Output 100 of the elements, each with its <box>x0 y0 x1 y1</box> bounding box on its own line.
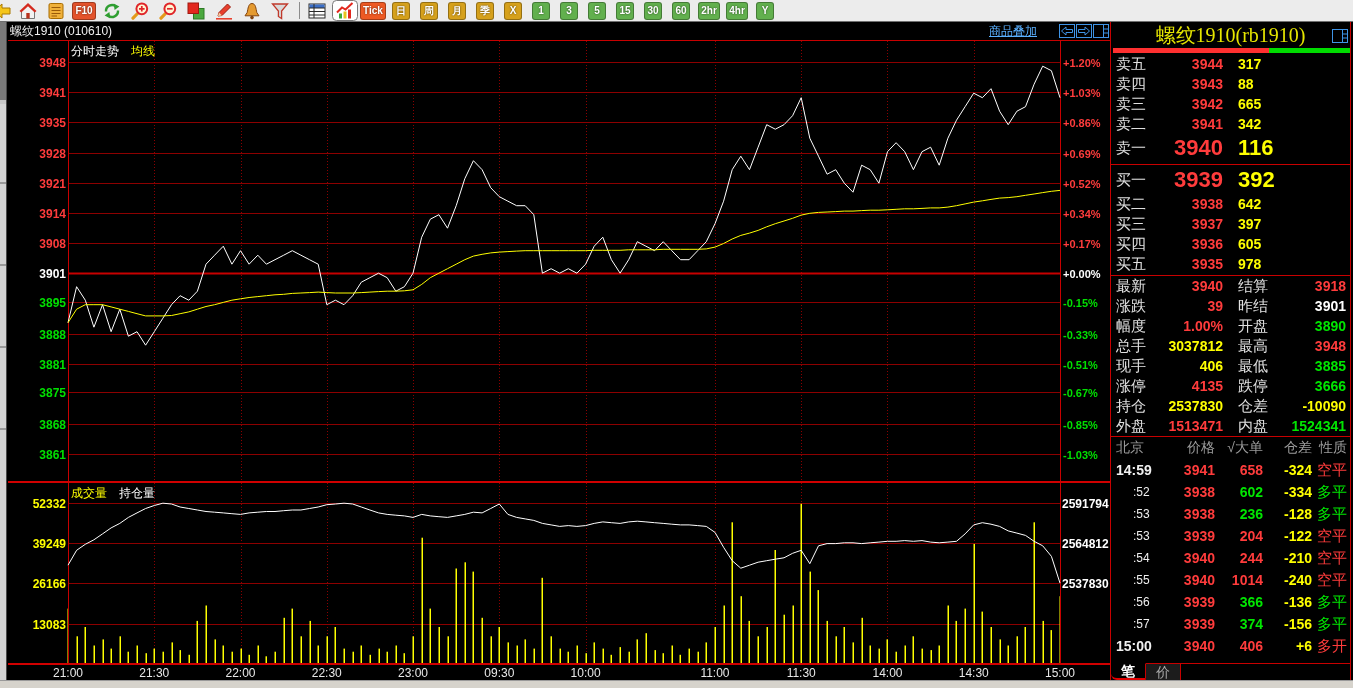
order-price: 3942 <box>1191 96 1223 112</box>
trade-time: :52 <box>1133 485 1150 499</box>
stat-value: 3666 <box>1314 378 1346 394</box>
percent-axis-label: -1.03% <box>1063 448 1098 461</box>
stat-value: 3037812 <box>1168 338 1223 354</box>
time-axis-label: 14:30 <box>958 666 989 680</box>
order-label: 卖二 <box>1116 114 1146 134</box>
trade-oi-change: -324 <box>1283 462 1312 478</box>
price-axis-label: 3861 <box>39 448 66 462</box>
percent-axis-label: +0.52% <box>1063 177 1101 190</box>
percent-axis-label: -0.51% <box>1063 358 1098 371</box>
time-axis-label: 14:00 <box>872 666 903 680</box>
stat-value: 1524341 <box>1291 418 1346 434</box>
percent-axis-label: -0.33% <box>1063 328 1098 341</box>
stat-label: 外盘 <box>1116 416 1146 436</box>
stat-label: 现手 <box>1116 356 1146 376</box>
legend-label: 均线 <box>131 44 155 58</box>
trade-oi-change: +6 <box>1296 638 1312 654</box>
order-volume: 88 <box>1238 76 1254 92</box>
time-axis-label: 09:30 <box>484 666 515 680</box>
percent-axis-label: +1.03% <box>1063 86 1101 99</box>
trade-volume: 602 <box>1239 484 1263 500</box>
stat-value: 39 <box>1207 298 1223 314</box>
stat-label: 总手 <box>1116 336 1146 356</box>
column-header: 性质 <box>1319 439 1347 457</box>
trade-time: 15:00 <box>1116 638 1152 654</box>
chart-title: 螺纹1910 (010610) <box>10 22 113 40</box>
trade-oi-change: -156 <box>1283 616 1312 632</box>
trade-volume: 236 <box>1239 506 1263 522</box>
stat-value: 3948 <box>1314 338 1346 354</box>
order-label: 卖四 <box>1116 74 1146 94</box>
order-volume: 397 <box>1238 216 1262 232</box>
time-axis-label: 15:00 <box>1045 666 1075 680</box>
column-header: 价格 <box>1187 439 1215 457</box>
stat-label: 最新 <box>1116 276 1146 296</box>
stat-label: 幅度 <box>1116 316 1146 336</box>
instrument-title: 螺纹1910(rb1910) <box>1155 23 1306 49</box>
stat-value: 406 <box>1199 358 1223 374</box>
trade-time: :57 <box>1133 617 1150 631</box>
price-axis-label: 3928 <box>39 147 66 161</box>
trade-oi-change: -136 <box>1283 594 1312 610</box>
trade-volume: 204 <box>1239 528 1263 544</box>
order-price: 3939 <box>1174 167 1223 193</box>
percent-axis-label: +1.20% <box>1063 56 1101 69</box>
stat-label: 昨结 <box>1238 296 1268 316</box>
trade-price: 3940 <box>1183 638 1215 654</box>
order-label: 卖一 <box>1116 138 1146 158</box>
open-interest-axis-label: 2564812 <box>1062 537 1109 551</box>
trade-time: 14:59 <box>1116 462 1152 478</box>
time-axis-label: 22:00 <box>225 666 256 680</box>
percent-axis-label: +0.69% <box>1063 147 1101 160</box>
stat-value: 3940 <box>1191 278 1223 294</box>
order-label: 买二 <box>1116 194 1146 214</box>
stat-label: 最低 <box>1238 356 1268 376</box>
price-axis-label: 3881 <box>39 358 66 372</box>
trade-type: 空平 <box>1317 570 1347 590</box>
trade-type: 多平 <box>1317 592 1347 612</box>
order-volume: 317 <box>1238 56 1262 72</box>
trade-price: 3939 <box>1183 528 1215 544</box>
trade-time: :56 <box>1133 595 1150 609</box>
trade-oi-change: -210 <box>1283 550 1312 566</box>
stat-label: 仓差 <box>1238 396 1268 416</box>
percent-axis-label: -0.85% <box>1063 418 1098 431</box>
trade-type: 多平 <box>1317 482 1347 502</box>
order-price: 3943 <box>1191 76 1223 92</box>
time-axis-label: 21:00 <box>53 666 83 680</box>
price-axis-label: 3895 <box>39 296 66 310</box>
order-label: 买五 <box>1116 254 1146 274</box>
time-axis-label: 10:00 <box>570 666 601 680</box>
trade-volume: 366 <box>1239 594 1263 610</box>
stat-value: 4135 <box>1191 378 1223 394</box>
trade-oi-change: -122 <box>1283 528 1312 544</box>
trade-price: 3939 <box>1183 594 1215 610</box>
order-volume: 605 <box>1238 236 1262 252</box>
stat-value: -10090 <box>1302 398 1346 414</box>
trade-price: 3940 <box>1183 550 1215 566</box>
price-axis-label: 3868 <box>39 418 66 432</box>
stat-label: 开盘 <box>1238 316 1268 336</box>
stat-value: 3885 <box>1314 358 1346 374</box>
trade-volume: 374 <box>1239 616 1263 632</box>
order-price: 3941 <box>1191 116 1223 132</box>
order-label: 卖三 <box>1116 94 1146 114</box>
order-volume: 342 <box>1238 116 1262 132</box>
column-header: 仓差 <box>1284 439 1312 457</box>
stat-value: 2537830 <box>1168 398 1223 414</box>
trade-volume: 1014 <box>1231 572 1263 588</box>
trade-price: 3940 <box>1183 572 1215 588</box>
order-price: 3935 <box>1191 256 1223 272</box>
percent-axis-label: +0.34% <box>1063 207 1101 220</box>
price-axis-label: 3901 <box>39 267 66 281</box>
stat-label: 涨跌 <box>1116 296 1146 316</box>
trade-volume: 244 <box>1239 550 1263 566</box>
order-label: 买三 <box>1116 214 1146 234</box>
order-price: 3937 <box>1191 216 1223 232</box>
price-axis-label: 3941 <box>39 86 66 100</box>
trade-time: :54 <box>1133 551 1150 565</box>
order-price: 3944 <box>1191 56 1223 72</box>
order-volume: 642 <box>1238 196 1262 212</box>
stat-value: 3890 <box>1314 318 1346 334</box>
trade-price: 3938 <box>1183 506 1215 522</box>
